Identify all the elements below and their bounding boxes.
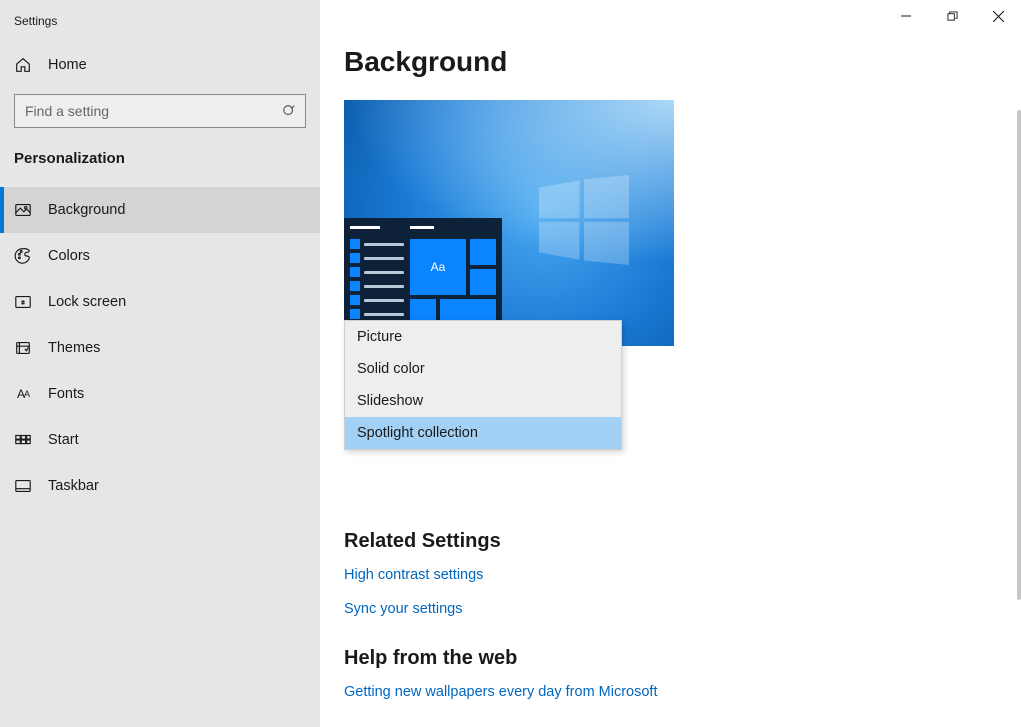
titlebar <box>320 0 1021 32</box>
main: Background <box>320 0 1021 727</box>
sidebar-item-label: Lock screen <box>48 294 126 310</box>
desktop-preview: Aa <box>344 100 674 346</box>
preview-sample-text: Aa <box>410 239 466 295</box>
sidebar: Settings Home Personalization <box>0 0 320 727</box>
link-sync-settings[interactable]: Sync your settings <box>344 601 1021 617</box>
sidebar-item-label: Background <box>48 202 125 218</box>
minimize-button[interactable] <box>883 0 929 32</box>
search-box[interactable] <box>14 94 306 128</box>
sidebar-item-taskbar[interactable]: Taskbar <box>0 463 320 509</box>
dropdown-option-picture[interactable]: Picture <box>345 321 621 353</box>
sidebar-item-label: Start <box>48 432 79 448</box>
background-dropdown[interactable]: Picture Solid color Slideshow Spotlight … <box>344 320 622 450</box>
nav-home-label: Home <box>48 57 87 73</box>
nav-home[interactable]: Home <box>0 46 320 84</box>
page-title: Background <box>344 46 1021 78</box>
search-input[interactable] <box>15 103 273 119</box>
themes-icon <box>14 339 32 357</box>
sidebar-item-fonts[interactable]: AA Fonts <box>0 371 320 417</box>
start-icon <box>14 431 32 449</box>
sidebar-item-label: Colors <box>48 248 90 264</box>
sidebar-item-label: Taskbar <box>48 478 99 494</box>
sidebar-item-label: Themes <box>48 340 100 356</box>
sidebar-item-themes[interactable]: Themes <box>0 325 320 371</box>
lockscreen-icon <box>14 293 32 311</box>
home-icon <box>14 56 32 74</box>
search-icon <box>273 104 305 118</box>
picture-icon <box>14 201 32 219</box>
fonts-icon: AA <box>14 385 32 403</box>
content-area: Background <box>320 32 1021 727</box>
palette-icon <box>14 247 32 265</box>
taskbar-icon <box>14 477 32 495</box>
sidebar-item-label: Fonts <box>48 386 84 402</box>
close-button[interactable] <box>975 0 1021 32</box>
windows-logo-icon <box>539 175 629 265</box>
help-heading: Help from the web <box>344 647 1021 670</box>
dropdown-option-spotlight[interactable]: Spotlight collection <box>345 417 621 449</box>
section-title: Personalization <box>0 142 320 187</box>
sidebar-item-background[interactable]: Background <box>0 187 320 233</box>
dropdown-option-slideshow[interactable]: Slideshow <box>345 385 621 417</box>
app-title: Settings <box>0 10 320 46</box>
sidebar-item-start[interactable]: Start <box>0 417 320 463</box>
link-help-wallpapers[interactable]: Getting new wallpapers every day from Mi… <box>344 684 1021 700</box>
related-settings-heading: Related Settings <box>344 530 1021 553</box>
sidebar-item-lockscreen[interactable]: Lock screen <box>0 279 320 325</box>
nav-list: Background Colors Lock screen <box>0 187 320 509</box>
maximize-button[interactable] <box>929 0 975 32</box>
sidebar-item-colors[interactable]: Colors <box>0 233 320 279</box>
search-container <box>0 84 320 142</box>
scrollbar[interactable] <box>1017 110 1021 600</box>
preview-start-menu: Aa <box>344 218 502 336</box>
link-high-contrast[interactable]: High contrast settings <box>344 567 1021 583</box>
dropdown-option-solid-color[interactable]: Solid color <box>345 353 621 385</box>
